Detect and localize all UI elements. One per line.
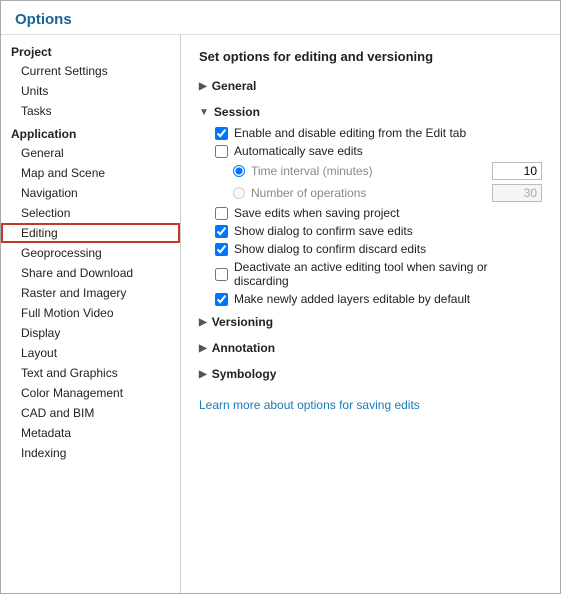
section-general: ▶ General [199, 76, 542, 96]
main-content: ProjectCurrent SettingsUnitsTasksApplica… [1, 35, 560, 593]
section-versioning-header[interactable]: ▶ Versioning [199, 312, 542, 332]
checkbox-enable-disable-editing[interactable] [215, 127, 228, 140]
chevron-general-icon: ▶ [199, 81, 207, 92]
main-panel: Set options for editing and versioning ▶… [181, 35, 560, 593]
sidebar-item-full-motion-video[interactable]: Full Motion Video [1, 303, 180, 323]
checkbox-label-make-layers-editable: Make newly added layers editable by defa… [234, 292, 470, 306]
checkbox-label-enable-disable-editing: Enable and disable editing from the Edit… [234, 126, 466, 140]
radio-row-num-operations: Number of operations [215, 184, 542, 202]
radio-time-interval[interactable] [233, 165, 245, 177]
section-session: ▼ Session Enable and disable editing fro… [199, 102, 542, 306]
radio-label-num-operations: Number of operations [251, 186, 492, 200]
checkbox-row-show-confirm-discard: Show dialog to confirm discard edits [215, 242, 542, 256]
number-input-time-interval[interactable] [492, 162, 542, 180]
section-general-label: General [212, 79, 257, 93]
radio-label-time-interval: Time interval (minutes) [251, 164, 492, 178]
checkbox-label-show-confirm-save: Show dialog to confirm save edits [234, 224, 413, 238]
checkbox-label-show-confirm-discard: Show dialog to confirm discard edits [234, 242, 426, 256]
sidebar-item-indexing[interactable]: Indexing [1, 443, 180, 463]
number-input-num-operations [492, 184, 542, 202]
checkbox-row-enable-disable-editing: Enable and disable editing from the Edit… [215, 126, 542, 140]
sidebar-item-metadata[interactable]: Metadata [1, 423, 180, 443]
checkbox-row-make-layers-editable: Make newly added layers editable by defa… [215, 292, 542, 306]
sidebar-item-raster-and-imagery[interactable]: Raster and Imagery [1, 283, 180, 303]
sidebar-item-color-management[interactable]: Color Management [1, 383, 180, 403]
checkbox-label-auto-save-edits: Automatically save edits [234, 144, 363, 158]
chevron-symbology-icon: ▶ [199, 369, 207, 380]
section-versioning: ▶ Versioning [199, 312, 542, 332]
sidebar-item-editing[interactable]: Editing [1, 223, 180, 243]
sidebar-item-layout[interactable]: Layout [1, 343, 180, 363]
section-session-content: Enable and disable editing from the Edit… [199, 122, 542, 306]
learn-more-link[interactable]: Learn more about options for saving edit… [199, 398, 420, 412]
sidebar-item-text-and-graphics[interactable]: Text and Graphics [1, 363, 180, 383]
radio-row-time-interval: Time interval (minutes) [215, 162, 542, 180]
sidebar-item-navigation[interactable]: Navigation [1, 183, 180, 203]
sidebar-item-share-and-download[interactable]: Share and Download [1, 263, 180, 283]
section-annotation-header[interactable]: ▶ Annotation [199, 338, 542, 358]
sidebar-group-project: Project [1, 39, 180, 61]
sidebar-item-map-and-scene[interactable]: Map and Scene [1, 163, 180, 183]
sidebar-item-current-settings[interactable]: Current Settings [1, 61, 180, 81]
chevron-annotation-icon: ▶ [199, 343, 207, 354]
window-title: Options [15, 11, 72, 28]
section-annotation: ▶ Annotation [199, 338, 542, 358]
checkbox-row-show-confirm-save: Show dialog to confirm save edits [215, 224, 542, 238]
options-window: Options ProjectCurrent SettingsUnitsTask… [0, 0, 561, 594]
checkbox-row-deactivate-tool: Deactivate an active editing tool when s… [215, 260, 542, 288]
chevron-session-icon: ▼ [199, 107, 209, 118]
checkbox-auto-save-edits[interactable] [215, 145, 228, 158]
checkbox-label-deactivate-tool: Deactivate an active editing tool when s… [234, 260, 542, 288]
title-bar: Options [1, 1, 560, 35]
section-session-label: Session [214, 105, 260, 119]
section-symbology: ▶ Symbology [199, 364, 542, 384]
checkbox-show-confirm-discard[interactable] [215, 243, 228, 256]
sidebar-item-selection[interactable]: Selection [1, 203, 180, 223]
main-panel-title: Set options for editing and versioning [199, 49, 542, 64]
sidebar-item-display[interactable]: Display [1, 323, 180, 343]
chevron-versioning-icon: ▶ [199, 317, 207, 328]
radio-num-operations[interactable] [233, 187, 245, 199]
sidebar-item-general[interactable]: General [1, 143, 180, 163]
checkbox-show-confirm-save[interactable] [215, 225, 228, 238]
section-annotation-label: Annotation [212, 341, 275, 355]
sidebar: ProjectCurrent SettingsUnitsTasksApplica… [1, 35, 181, 593]
section-versioning-label: Versioning [212, 315, 273, 329]
section-session-header[interactable]: ▼ Session [199, 102, 542, 122]
sidebar-item-tasks[interactable]: Tasks [1, 101, 180, 121]
sidebar-item-geoprocessing[interactable]: Geoprocessing [1, 243, 180, 263]
sidebar-item-cad-and-bim[interactable]: CAD and BIM [1, 403, 180, 423]
section-symbology-label: Symbology [212, 367, 277, 381]
checkbox-row-auto-save-edits: Automatically save edits [215, 144, 542, 158]
checkbox-make-layers-editable[interactable] [215, 293, 228, 306]
sidebar-item-units[interactable]: Units [1, 81, 180, 101]
sidebar-group-application: Application [1, 121, 180, 143]
checkbox-deactivate-tool[interactable] [215, 268, 228, 281]
checkbox-row-save-edits-saving: Save edits when saving project [215, 206, 542, 220]
checkbox-save-edits-saving[interactable] [215, 207, 228, 220]
section-general-header[interactable]: ▶ General [199, 76, 542, 96]
checkbox-label-save-edits-saving: Save edits when saving project [234, 206, 399, 220]
section-symbology-header[interactable]: ▶ Symbology [199, 364, 542, 384]
